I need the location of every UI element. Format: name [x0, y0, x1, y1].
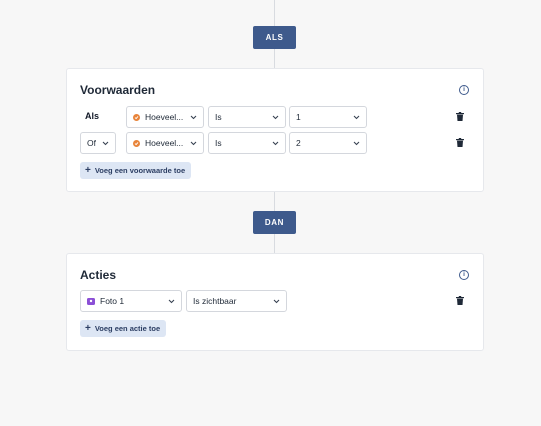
- trash-icon[interactable]: [456, 138, 464, 147]
- chevron-down-icon: [165, 299, 177, 304]
- connector-conditions-dan: [274, 192, 275, 211]
- add-condition-label: Voeg een voorwaarde toe: [94, 166, 186, 175]
- trash-icon[interactable]: [456, 296, 464, 305]
- operator-select-value: Is: [215, 112, 222, 122]
- operator-select-value: Is: [215, 138, 222, 148]
- value-select[interactable]: 2: [289, 132, 367, 154]
- add-condition-button[interactable]: + Voeg een voorwaarde toe: [80, 162, 192, 179]
- value-select[interactable]: 1: [289, 106, 367, 128]
- info-icon[interactable]: i: [459, 270, 469, 280]
- chevron-down-icon: [350, 141, 362, 146]
- value-select-value: 2: [296, 138, 301, 148]
- chevron-down-icon: [269, 115, 281, 120]
- condition-row: Of Hoeveel... Is 2: [67, 132, 483, 154]
- orange-circle-icon: [133, 113, 140, 121]
- conditions-title: Voorwaarden: [80, 83, 156, 97]
- conditions-card: Voorwaarden i Als Hoeveel... Is 1 Of Hoe…: [66, 68, 484, 192]
- field-select-value: Hoeveel...: [145, 138, 184, 148]
- condition-row: Als Hoeveel... Is 1: [67, 106, 483, 128]
- trash-icon[interactable]: [456, 112, 464, 121]
- connector-select[interactable]: Of: [80, 132, 116, 154]
- chevron-down-icon: [269, 141, 281, 146]
- chevron-down-icon: [270, 299, 282, 304]
- plus-icon: +: [85, 322, 91, 334]
- chevron-down-icon: [187, 115, 199, 120]
- orange-circle-icon: [133, 139, 140, 147]
- chevron-down-icon: [99, 141, 111, 146]
- connector-select-value: Of: [87, 138, 96, 148]
- operator-select[interactable]: Is: [208, 106, 286, 128]
- plus-icon: +: [85, 164, 91, 176]
- field-select[interactable]: Hoeveel...: [126, 106, 204, 128]
- camera-icon: [87, 297, 95, 305]
- target-select[interactable]: Foto 1: [80, 290, 182, 312]
- field-select[interactable]: Hoeveel...: [126, 132, 204, 154]
- connector-top: [274, 0, 275, 26]
- action-row: Foto 1 Is zichtbaar: [67, 290, 483, 312]
- connector-als-conditions: [274, 49, 275, 68]
- info-icon[interactable]: i: [459, 85, 469, 95]
- add-action-button[interactable]: + Voeg een actie toe: [80, 320, 167, 337]
- condition-label: Als: [85, 111, 100, 121]
- action-select-value: Is zichtbaar: [193, 296, 237, 306]
- actions-title: Acties: [80, 268, 117, 282]
- chevron-down-icon: [350, 115, 362, 120]
- actions-card: Acties i Foto 1 Is zichtbaar + Voeg een …: [66, 253, 484, 351]
- target-select-value: Foto 1: [100, 296, 125, 306]
- chevron-down-icon: [187, 141, 199, 146]
- als-pill: ALS: [253, 26, 296, 49]
- field-select-value: Hoeveel...: [145, 112, 184, 122]
- operator-select[interactable]: Is: [208, 132, 286, 154]
- add-action-label: Voeg een actie toe: [94, 324, 161, 333]
- value-select-value: 1: [296, 112, 301, 122]
- connector-dan-actions: [274, 234, 275, 253]
- dan-pill: DAN: [253, 211, 296, 234]
- action-select[interactable]: Is zichtbaar: [186, 290, 287, 312]
